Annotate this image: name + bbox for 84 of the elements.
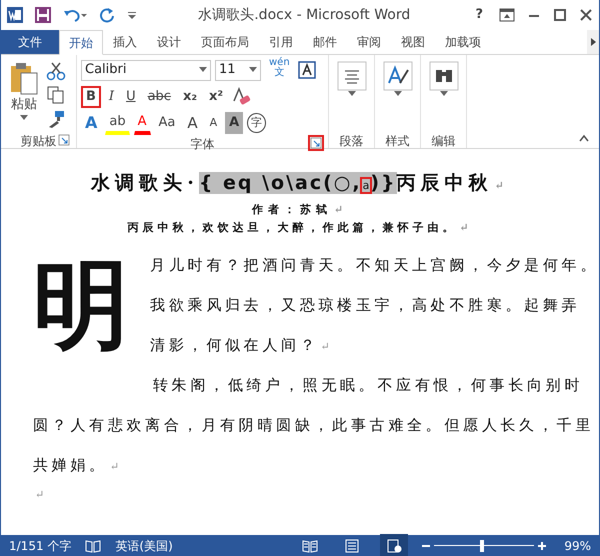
bold-button[interactable]: B	[81, 86, 101, 108]
styles-icon	[382, 61, 412, 91]
group-label: 段落	[340, 134, 364, 148]
italic-button[interactable]: I	[104, 86, 118, 108]
body-text-line: 转朱阁，低绮户，照无眠。不应有恨，何事长向别时	[153, 376, 584, 394]
paste-button[interactable]: 粘贴	[5, 57, 43, 132]
strikethrough-button[interactable]: abc	[144, 86, 175, 108]
body-text-line: 月儿时有？把酒问青天。不知天上宫阙，今夕是何年。	[150, 256, 599, 274]
character-border-icon[interactable]	[298, 61, 316, 79]
read-mode-icon[interactable]	[302, 539, 318, 554]
script-button[interactable]: x²	[205, 86, 228, 108]
ribbon-tab[interactable]: 引用	[259, 30, 303, 54]
copy-icon[interactable]	[46, 85, 66, 105]
word-logo-icon	[7, 7, 23, 23]
save-icon[interactable]	[35, 7, 51, 23]
font-size-field[interactable]: 11	[215, 60, 261, 80]
body-text-line: 我欲乘风归去，又恐琼楼玉宇，高处不胜寒。起舞弄	[150, 296, 580, 314]
body-text-line: 圆？人有悲欢离合，月有阴晴圆缺，此事古难全。但愿人长久，千里	[33, 416, 594, 434]
print-layout-icon[interactable]	[344, 539, 360, 554]
character-shading-button[interactable]: A	[225, 112, 244, 134]
window-title: 水调歌头.docx - Microsoft Word	[197, 6, 412, 24]
ribbon-display-options-icon[interactable]	[499, 8, 515, 22]
file-tab[interactable]: 文件	[1, 30, 59, 54]
redo-icon[interactable]	[99, 7, 115, 23]
group-label: 剪贴板	[20, 134, 56, 148]
caret-icon[interactable]	[249, 67, 257, 73]
caret-icon	[20, 114, 28, 120]
language-label[interactable]: 英语(美国)	[115, 536, 173, 554]
customize-dropdown-icon[interactable]	[127, 10, 137, 20]
shrink-font-button[interactable]: A	[206, 112, 222, 134]
text-effects-button[interactable]: A	[81, 112, 102, 134]
zoom-percent[interactable]: 99%	[564, 536, 591, 554]
highlight-color-button[interactable]: ab	[105, 111, 130, 135]
dialog-launcher-icon[interactable]	[58, 134, 70, 146]
web-layout-icon[interactable]	[386, 539, 402, 554]
scroll-right-icon[interactable]	[587, 30, 599, 54]
preface-line: 丙辰中秋，欢饮达旦，大醉，作此篇，兼怀子由。	[127, 221, 458, 234]
proofing-book-icon[interactable]	[85, 538, 102, 552]
author-line: 作者：苏轼	[252, 202, 332, 216]
paragraph-mark: ↵	[35, 488, 44, 500]
script-button[interactable]: x₂	[178, 86, 202, 108]
paragraph-mark: ↵	[320, 340, 334, 352]
ribbon-tab[interactable]: 设计	[147, 30, 191, 54]
dialog-launcher-icon[interactable]	[310, 137, 322, 149]
ribbon-tab[interactable]: 审阅	[347, 30, 391, 54]
body-text-line: 清影，何似在人间？	[150, 336, 318, 354]
ribbon-tab[interactable]: 视图	[391, 30, 435, 54]
paragraph-mark: ↵	[459, 221, 473, 234]
group-label: 样式	[386, 134, 410, 148]
group-label: 字体	[190, 137, 214, 151]
undo-icon[interactable]	[63, 7, 87, 23]
paragraph-mark: ↵	[494, 179, 509, 192]
zoom-slider[interactable]	[434, 538, 534, 552]
ribbon-tab[interactable]: 插入	[103, 30, 147, 54]
help-button[interactable]: ?	[471, 4, 487, 26]
phonetic-guide-button[interactable]: wén 文	[265, 57, 294, 83]
document-title: 水调歌头·{ eq \o\ac(○,a)}丙辰中秋	[91, 172, 493, 194]
group-label: 编辑	[432, 134, 456, 148]
word-count: 1/151 个字	[9, 538, 72, 554]
font-color-button[interactable]: A	[134, 111, 151, 135]
enclose-characters-button[interactable]: 字	[247, 113, 266, 133]
font-name-field[interactable]: Calibri	[81, 60, 211, 80]
zoom-in-icon[interactable]	[538, 542, 546, 550]
caret-icon[interactable]	[199, 66, 207, 73]
slider-thumb[interactable]	[480, 540, 484, 552]
grow-font-button[interactable]: A	[183, 112, 202, 134]
paragraph-mark: ↵	[334, 202, 348, 216]
cut-icon[interactable]	[46, 61, 66, 81]
paragraph-mark: ↵	[110, 460, 123, 472]
underline-button[interactable]: U	[122, 86, 140, 108]
body-text-line: 共婵娟。	[33, 456, 108, 474]
close-icon[interactable]	[579, 8, 593, 22]
ribbon-tab[interactable]: 邮件	[303, 30, 347, 54]
change-case-button[interactable]: Aa	[154, 112, 180, 134]
drop-cap: 明	[33, 246, 130, 362]
collapse-ribbon-icon[interactable]	[579, 134, 589, 142]
paragraph-icon	[336, 61, 366, 91]
clipboard-icon	[9, 61, 39, 95]
ribbon-tab[interactable]: 加载项	[435, 30, 491, 54]
maximize-icon[interactable]	[553, 8, 567, 22]
ribbon-tab[interactable]: 页面布局	[191, 30, 259, 54]
clear-formatting-icon[interactable]	[231, 87, 252, 107]
ribbon-tab[interactable]: 开始	[59, 30, 103, 55]
binoculars-icon	[428, 61, 458, 91]
